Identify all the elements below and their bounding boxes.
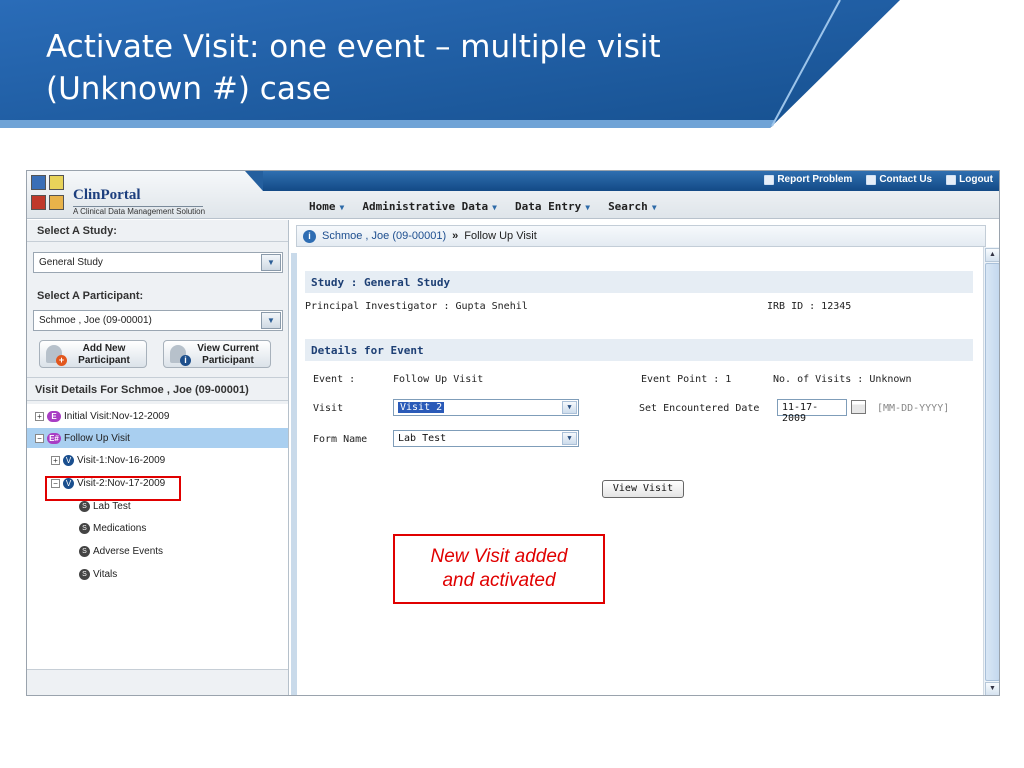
- tree-node-follow-up-visit[interactable]: − E# Follow Up Visit: [27, 428, 288, 448]
- users-icon: [49, 195, 64, 210]
- event-label: Event :: [313, 374, 356, 385]
- top-links: Report Problem Contact Us Logout: [764, 174, 993, 185]
- event-section-header: Details for Event: [305, 339, 973, 361]
- form-name-label: Form Name: [313, 434, 368, 445]
- visit-label: Visit: [313, 403, 344, 414]
- collapse-icon[interactable]: −: [35, 433, 44, 443]
- visit-2-highlight-box: [45, 476, 181, 501]
- principal-investigator: Principal Investigator : Gupta Snehil: [305, 301, 528, 312]
- app-header: ClinPortal A Clinical Data Management So…: [27, 171, 999, 219]
- tree-node-adverse-events[interactable]: S Adverse Events: [79, 541, 163, 561]
- view-participant-button[interactable]: i View Current Participant: [163, 340, 271, 368]
- visit-tree: + E Initial Visit:Nov-12-2009 − E# Follo…: [27, 404, 288, 670]
- vertical-scrollbar[interactable]: ▲ ▼: [983, 247, 999, 695]
- main-nav: Home ▼ Administrative Data ▼ Data Entry ▼ S…: [309, 200, 657, 213]
- form-icon: S: [79, 500, 90, 512]
- study-label: Select A Study:: [37, 225, 117, 237]
- chevron-down-icon[interactable]: ▼: [562, 401, 577, 414]
- scroll-up-icon[interactable]: ▲: [985, 248, 999, 262]
- clinportal-app: ClinPortal A Clinical Data Management So…: [26, 170, 1000, 696]
- nav-administrative-data[interactable]: Administrative Data ▼: [362, 200, 497, 213]
- tree-node-medications[interactable]: S Medications: [79, 518, 146, 538]
- nav-home[interactable]: Home ▼: [309, 200, 344, 213]
- tree-node-vitals[interactable]: S Vitals: [79, 564, 117, 584]
- nav-search[interactable]: Search ▼: [608, 200, 657, 213]
- contact-us-link[interactable]: Contact Us: [866, 174, 932, 185]
- user-icon: [31, 175, 46, 190]
- form-name-select[interactable]: Lab Test ▼: [393, 430, 579, 447]
- annotation-callout: New Visit added and activated: [393, 534, 605, 604]
- event-point: Event Point : 1: [641, 374, 732, 385]
- breadcrumb-separator: »: [452, 230, 459, 242]
- participant-select[interactable]: Schmoe , Joe (09-00001) ▼: [33, 310, 283, 331]
- view-visit-button[interactable]: View Visit: [602, 480, 684, 498]
- visit-icon: V: [63, 454, 74, 466]
- caret-down-icon: ▼: [339, 203, 345, 212]
- tree-node-initial-visit[interactable]: + E Initial Visit:Nov-12-2009: [35, 406, 169, 426]
- add-participant-button[interactable]: + Add New Participant: [39, 340, 147, 368]
- scroll-thumb[interactable]: [985, 263, 999, 681]
- encountered-date-label: Set Encountered Date: [639, 403, 760, 414]
- form-icon: S: [79, 545, 90, 557]
- irb-id: IRB ID : 12345: [767, 301, 852, 312]
- nav-data-entry[interactable]: Data Entry ▼: [515, 200, 590, 213]
- study-section-header: Study : General Study: [305, 271, 973, 293]
- study-select[interactable]: General Study ▼: [33, 252, 283, 273]
- encountered-date-input[interactable]: 11-17-2009: [777, 399, 847, 424]
- door-icon: [946, 174, 957, 185]
- user-info-icon: i: [170, 345, 191, 366]
- caret-down-icon: ▼: [492, 203, 497, 212]
- app-logo-subtitle: A Clinical Data Management Solution: [73, 207, 206, 216]
- chevron-down-icon[interactable]: ▼: [261, 312, 281, 329]
- info-icon: i: [303, 229, 316, 243]
- event-icon: E: [47, 410, 61, 422]
- date-format-hint: [MM-DD-YYYY]: [877, 403, 950, 414]
- slide-banner: Activate Visit: one event – multiple vis…: [0, 0, 1024, 135]
- breadcrumb: i Schmoe , Joe (09-00001) » Follow Up Vi…: [296, 225, 986, 247]
- visit-select[interactable]: Visit 2 ▼: [393, 399, 579, 416]
- main-content: Study : General Study Principal Investig…: [291, 253, 985, 695]
- breadcrumb-participant-link[interactable]: Schmoe , Joe (09-00001): [322, 230, 446, 242]
- report-problem-link[interactable]: Report Problem: [764, 174, 852, 185]
- calendar-icon: [49, 175, 64, 190]
- logout-link[interactable]: Logout: [946, 174, 993, 185]
- participant-label: Select A Participant:: [37, 290, 144, 302]
- logo-icons: [31, 175, 67, 215]
- breadcrumb-current: Follow Up Visit: [464, 230, 537, 242]
- tree-node-visit-1[interactable]: + V Visit-1:Nov-16-2009: [51, 450, 165, 470]
- edit-icon: [31, 195, 46, 210]
- top-strip: Report Problem Contact Us Logout: [245, 171, 999, 191]
- number-of-visits: No. of Visits : Unknown: [773, 374, 912, 385]
- left-panel: Select A Study: General Study ▼ Select A…: [27, 220, 289, 695]
- add-user-icon: +: [46, 345, 67, 366]
- expand-icon[interactable]: +: [35, 411, 44, 421]
- chevron-down-icon[interactable]: ▼: [562, 432, 577, 445]
- chevron-down-icon[interactable]: ▼: [261, 254, 281, 271]
- document-icon: [764, 174, 775, 185]
- slide-title: Activate Visit: one event – multiple vis…: [46, 26, 806, 110]
- slide-title-line2: (Unknown #) case: [46, 71, 332, 107]
- caret-down-icon: ▼: [585, 203, 591, 212]
- visit-details-header: Visit Details For Schmoe , Joe (09-00001…: [27, 377, 288, 401]
- scroll-down-icon[interactable]: ▼: [985, 682, 999, 695]
- slide-title-line1: Activate Visit: one event – multiple vis…: [46, 29, 661, 65]
- event-repeat-icon: E#: [47, 432, 61, 444]
- mail-icon: [866, 174, 877, 185]
- expand-icon[interactable]: +: [51, 455, 60, 465]
- form-icon: S: [79, 522, 90, 534]
- calendar-icon[interactable]: [851, 400, 866, 414]
- form-icon: S: [79, 568, 90, 580]
- caret-down-icon: ▼: [651, 203, 657, 212]
- app-logo-title: ClinPortal: [73, 187, 203, 207]
- event-value: Follow Up Visit: [393, 374, 484, 385]
